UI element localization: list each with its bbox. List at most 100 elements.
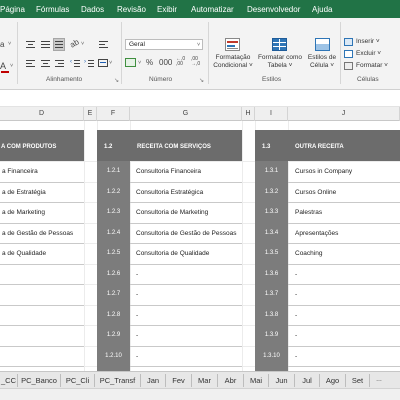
chevron-down-icon[interactable]: ˅	[197, 42, 200, 48]
row-label-cell[interactable]: a de Gestão de Pessoas	[2, 230, 73, 237]
column-header-g[interactable]: G	[130, 107, 242, 121]
align-bottom-button[interactable]	[53, 38, 65, 51]
wrap-text-button[interactable]	[98, 39, 109, 50]
merge-center-button[interactable]: ˅	[98, 58, 112, 69]
row-number[interactable]: 1.2.6	[97, 271, 130, 277]
cell-styles-button[interactable]: Estilos de Célula ˅	[305, 37, 339, 73]
row-label-cell[interactable]: -	[136, 332, 138, 339]
row-number[interactable]: 1.2.10	[97, 353, 130, 359]
row-number[interactable]: 1.2.2	[97, 189, 130, 195]
row-label-cell[interactable]: -	[136, 291, 138, 298]
sheet-tab-jul[interactable]: Jul	[295, 374, 320, 387]
sheet-tab-cc[interactable]: _CC	[0, 374, 18, 387]
row-label-cell[interactable]: Consultoria Financeira	[136, 168, 201, 175]
row-label-cell[interactable]: a de Qualidade	[2, 250, 46, 257]
percent-icon[interactable]: %	[146, 58, 153, 67]
row-label-cell[interactable]: -	[295, 332, 297, 339]
column-header-i[interactable]: I	[255, 107, 288, 121]
row-label-cell[interactable]: Cursos Online	[295, 189, 336, 196]
row-label-cell[interactable]: Palestras	[295, 209, 322, 216]
row-number[interactable]: 1.2.9	[97, 332, 130, 338]
horizontal-scrollbar[interactable]	[0, 388, 400, 400]
column-header-e[interactable]: E	[84, 107, 97, 121]
tab-page-layout[interactable]: Página	[0, 3, 25, 17]
sheet-tab-jun[interactable]: Jun	[269, 374, 295, 387]
row-number[interactable]: 1.3.1	[255, 168, 288, 174]
row-label-cell[interactable]: -	[136, 271, 138, 278]
row-number[interactable]: 1.3.9	[255, 332, 288, 338]
row-label-cell[interactable]: Cursos in Company	[295, 168, 352, 175]
row-label-cell[interactable]: a de Estratégia	[2, 189, 46, 196]
chevron-down-icon[interactable]: ˅	[138, 60, 141, 66]
sheet-tab-mar[interactable]: Mar	[192, 374, 218, 387]
increase-indent-button[interactable]: ›	[84, 58, 95, 69]
chevron-down-icon[interactable]: ˅	[10, 63, 13, 69]
row-number[interactable]: 1.2.7	[97, 291, 130, 297]
row-number[interactable]: 1.2.5	[97, 250, 130, 256]
sheet-tab-mai[interactable]: Mai	[244, 374, 269, 387]
column-header-h[interactable]: H	[242, 107, 255, 121]
align-center-button[interactable]	[40, 58, 51, 69]
conditional-formatting-button[interactable]: Formatação Condicional ˅	[212, 37, 254, 73]
row-number[interactable]: 1.3.7	[255, 291, 288, 297]
delete-button[interactable]: Excluir ˅	[344, 49, 398, 60]
font-color-icon[interactable]: A	[0, 61, 6, 71]
row-label-cell[interactable]: -	[295, 353, 297, 360]
sheet-tab-abr[interactable]: Abr	[218, 374, 244, 387]
tab-data[interactable]: Dados	[81, 3, 104, 17]
row-label-cell[interactable]: Coaching	[295, 250, 322, 257]
insert-button[interactable]: Inserir ˅	[344, 37, 398, 48]
sheet-tab-fev[interactable]: Fev	[166, 374, 192, 387]
tab-help[interactable]: Ajuda	[312, 3, 332, 17]
tab-formulas[interactable]: Fórmulas	[36, 3, 69, 17]
row-number[interactable]: 1.2.8	[97, 312, 130, 318]
dialog-launcher-icon[interactable]: ↘	[114, 77, 119, 84]
tab-automate[interactable]: Automatizar	[191, 3, 234, 17]
format-button[interactable]: Formatar ˅	[344, 61, 398, 72]
align-top-button[interactable]	[25, 39, 36, 50]
worksheet-grid[interactable]: A COM PRODUTOS a Financeira a de Estratég…	[0, 121, 400, 371]
row-number[interactable]: 1.2.1	[97, 168, 130, 174]
column-header-d[interactable]: D	[0, 107, 84, 121]
tab-review[interactable]: Revisão	[117, 3, 146, 17]
currency-icon[interactable]	[125, 58, 136, 67]
row-label-cell[interactable]: Consultoria Estratégica	[136, 189, 203, 196]
column-header-j[interactable]: J	[288, 107, 400, 121]
row-label-cell[interactable]: -	[295, 312, 297, 319]
row-label-cell[interactable]: a Financeira	[2, 168, 38, 175]
row-label-cell[interactable]: -	[136, 312, 138, 319]
row-label-cell[interactable]: -	[136, 353, 138, 360]
decrease-indent-button[interactable]: ‹	[70, 58, 81, 69]
comma-style-icon[interactable]: 000	[159, 58, 172, 67]
row-number[interactable]: 1.3.6	[255, 271, 288, 277]
row-label-cell[interactable]: Consultoria de Marketing	[136, 209, 208, 216]
increase-decimal-icon[interactable]: ←,0,00	[176, 57, 185, 67]
row-number[interactable]: 1.3.5	[255, 250, 288, 256]
decrease-decimal-icon[interactable]: ,00 →,0	[191, 57, 200, 67]
row-label-cell[interactable]: -	[295, 291, 297, 298]
sheet-tab-pc-transf[interactable]: PC_Transf	[95, 374, 141, 387]
row-number[interactable]: 1.3.8	[255, 312, 288, 318]
number-format-select[interactable]: Geral	[125, 39, 203, 50]
row-number[interactable]: 1.2.3	[97, 209, 130, 215]
sheet-tab-jan[interactable]: Jan	[141, 374, 166, 387]
align-middle-button[interactable]	[40, 39, 51, 50]
column-header-f[interactable]: F	[97, 107, 130, 121]
row-number[interactable]: 1.2.4	[97, 230, 130, 236]
tab-view[interactable]: Exibir	[157, 3, 177, 17]
italic-icon[interactable]: a	[0, 40, 8, 49]
row-number[interactable]: 1.3.4	[255, 230, 288, 236]
row-number[interactable]: 1.3.3	[255, 209, 288, 215]
row-number[interactable]: 1.3.10	[255, 353, 288, 359]
sheet-tab-pc-banco[interactable]: PC_Banco	[18, 374, 61, 387]
row-label-cell[interactable]: Consultoria de Gestão de Pessoas	[136, 230, 236, 237]
row-number[interactable]: 1.3.2	[255, 189, 288, 195]
row-label-cell[interactable]: a de Marketing	[2, 209, 45, 216]
align-left-button[interactable]	[25, 58, 36, 69]
sheet-tab-pc-cli[interactable]: PC_Cli	[61, 374, 95, 387]
row-label-cell[interactable]: Apresentações	[295, 230, 338, 237]
dialog-launcher-icon[interactable]: ↘	[199, 77, 204, 84]
orientation-button[interactable]: ab ˅	[68, 37, 84, 50]
format-as-table-button[interactable]: Formatar como Tabela ˅	[256, 37, 304, 73]
sheet-tab-ago[interactable]: Ago	[320, 374, 346, 387]
